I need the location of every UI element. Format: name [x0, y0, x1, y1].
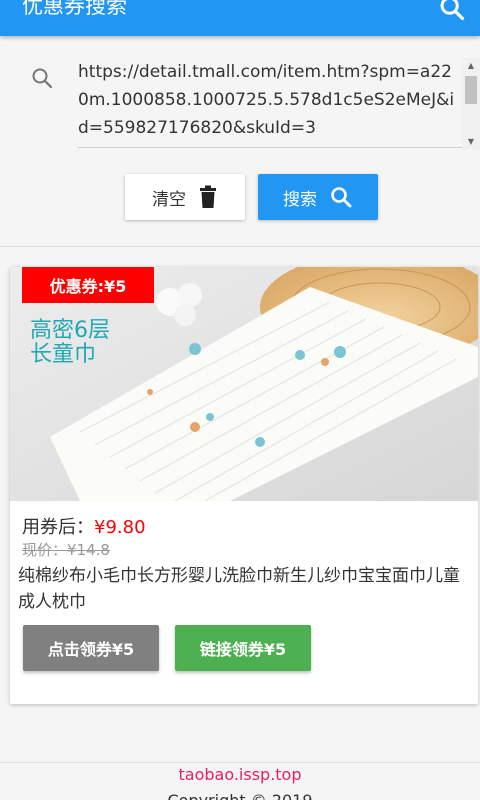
footer-copyright: Copyright © 2019	[0, 791, 480, 800]
click-coupon-button[interactable]: 点击领券¥5	[23, 625, 159, 671]
image-caption-line2: 长童巾	[30, 342, 97, 367]
price-after-coupon: 用券后：¥9.80	[22, 513, 146, 539]
product-title[interactable]: 纯棉纱布小毛巾长方形婴儿洗脸巾新生儿纱巾宝宝面巾儿童成人枕巾	[18, 563, 470, 615]
trash-icon	[200, 185, 216, 208]
link-coupon-button[interactable]: 链接领券¥5	[175, 625, 311, 671]
footer-domain[interactable]: taobao.issp.top	[0, 765, 480, 784]
scroll-up-arrow-icon[interactable]: ▲	[462, 60, 480, 72]
clear-button[interactable]: 清空	[125, 174, 245, 220]
coupon-badge: 优惠券:¥5	[22, 267, 154, 303]
clear-button-label: 清空	[152, 189, 186, 210]
url-input-scrollbar[interactable]: ▲ ▼	[462, 58, 480, 150]
price-after-label: 用券后：	[22, 517, 94, 538]
search-icon[interactable]	[438, 0, 466, 22]
original-price: 现价：¥14.8	[22, 541, 110, 559]
image-caption: 高密6层 长童巾	[30, 319, 110, 367]
price-after-value: ¥9.80	[94, 517, 146, 538]
url-input[interactable]: https://detail.tmall.com/item.htm?spm=a2…	[78, 58, 462, 148]
divider	[0, 246, 480, 247]
product-card: 高密6层 长童巾 优惠券:¥5 用券后：¥9.80 现价：¥14.8 纯棉纱布小…	[10, 267, 478, 704]
app-bar: 优惠券搜索	[0, 0, 480, 36]
footer-divider	[0, 762, 480, 763]
url-input-value[interactable]: https://detail.tmall.com/item.htm?spm=a2…	[78, 58, 462, 142]
page-title: 优惠券搜索	[22, 0, 127, 18]
search-icon	[331, 187, 352, 208]
scroll-down-arrow-icon[interactable]: ▼	[462, 136, 480, 148]
search-button[interactable]: 搜索	[258, 174, 378, 220]
scrollbar-thumb[interactable]	[465, 76, 477, 104]
search-icon	[32, 68, 53, 89]
image-caption-line1: 高密6层	[30, 318, 110, 343]
search-button-label: 搜索	[283, 189, 317, 210]
